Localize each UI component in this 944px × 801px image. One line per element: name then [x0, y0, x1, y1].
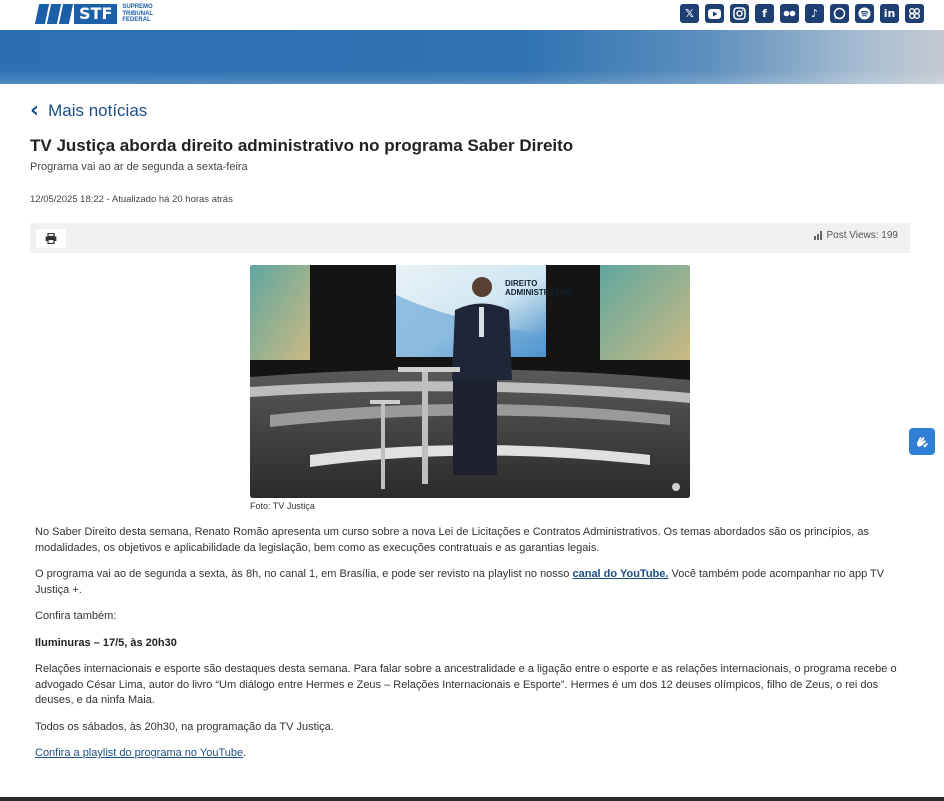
article-body: No Saber Direito desta semana, Renato Ro… — [35, 525, 905, 773]
paragraph-3: Confira também: — [35, 610, 117, 622]
back-link-label: Mais notícias — [48, 101, 148, 120]
paragraph-5: Relações internacionais e esporte são de… — [35, 663, 897, 706]
bar-chart-icon — [814, 231, 823, 240]
linkedin-icon[interactable]: in — [880, 4, 899, 23]
stf-logo[interactable]: STF Supremo Tribunal Federal — [34, 3, 154, 25]
instagram-icon[interactable] — [730, 4, 749, 23]
sign-language-button[interactable] — [909, 428, 935, 455]
spotify-icon[interactable] — [855, 4, 874, 23]
app-icon[interactable] — [905, 4, 924, 23]
printer-icon — [45, 233, 57, 244]
logo-stf-text: STF — [74, 4, 118, 24]
site-header: STF Supremo Tribunal Federal 𝕏 f ♪ in — [0, 0, 944, 30]
photo-caption: Foto: TV Justiça — [250, 501, 315, 511]
article-photo: DIREITO ADMINISTRATIVO — [250, 265, 690, 498]
back-to-news-link[interactable]: ‹ Mais notícias — [30, 98, 148, 123]
article-toolbar: Post Views: 199 — [30, 223, 910, 253]
article-title: TV Justiça aborda direito administrativo… — [30, 136, 574, 155]
print-button[interactable] — [36, 229, 66, 248]
post-views-label: Post Views: 199 — [826, 230, 898, 241]
post-views: Post Views: 199 — [814, 230, 898, 241]
youtube-icon[interactable] — [705, 4, 724, 23]
screen-text: DIREITO ADMINISTRATIVO — [505, 279, 574, 297]
paragraph-1: No Saber Direito desta semana, Renato Ro… — [35, 526, 869, 554]
footer-edge — [0, 797, 944, 801]
social-links: 𝕏 f ♪ in — [680, 4, 924, 23]
playlist-link[interactable]: Confira a playlist do programa no YouTub… — [35, 747, 243, 759]
facebook-icon[interactable]: f — [755, 4, 774, 23]
paragraph-2: O programa vai ao de segunda a sexta, às… — [35, 568, 885, 596]
x-icon[interactable]: 𝕏 — [680, 4, 699, 23]
chevron-left-icon: ‹ — [30, 98, 40, 123]
whatsapp-icon[interactable] — [830, 4, 849, 23]
header-banner — [0, 30, 944, 84]
youtube-channel-link[interactable]: canal do YouTube. — [572, 568, 668, 580]
paragraph-4-heading: Iluminuras – 17/5, às 20h30 — [35, 636, 177, 649]
paragraph-6: Todos os sábados, às 20h30, na programaç… — [35, 720, 334, 733]
article-date: 12/05/2025 18:22 - Atualizado há 20 hora… — [30, 194, 233, 205]
logo-bars-icon — [34, 4, 74, 24]
tiktok-icon[interactable]: ♪ — [805, 4, 824, 23]
paragraph-7: Confira a playlist do programa no YouTub… — [35, 747, 247, 759]
hands-icon — [917, 436, 928, 447]
logo-subtext: Supremo Tribunal Federal — [122, 4, 154, 24]
flickr-icon[interactable] — [780, 4, 799, 23]
article-subtitle: Programa vai ao ar de segunda a sexta-fe… — [30, 161, 248, 173]
